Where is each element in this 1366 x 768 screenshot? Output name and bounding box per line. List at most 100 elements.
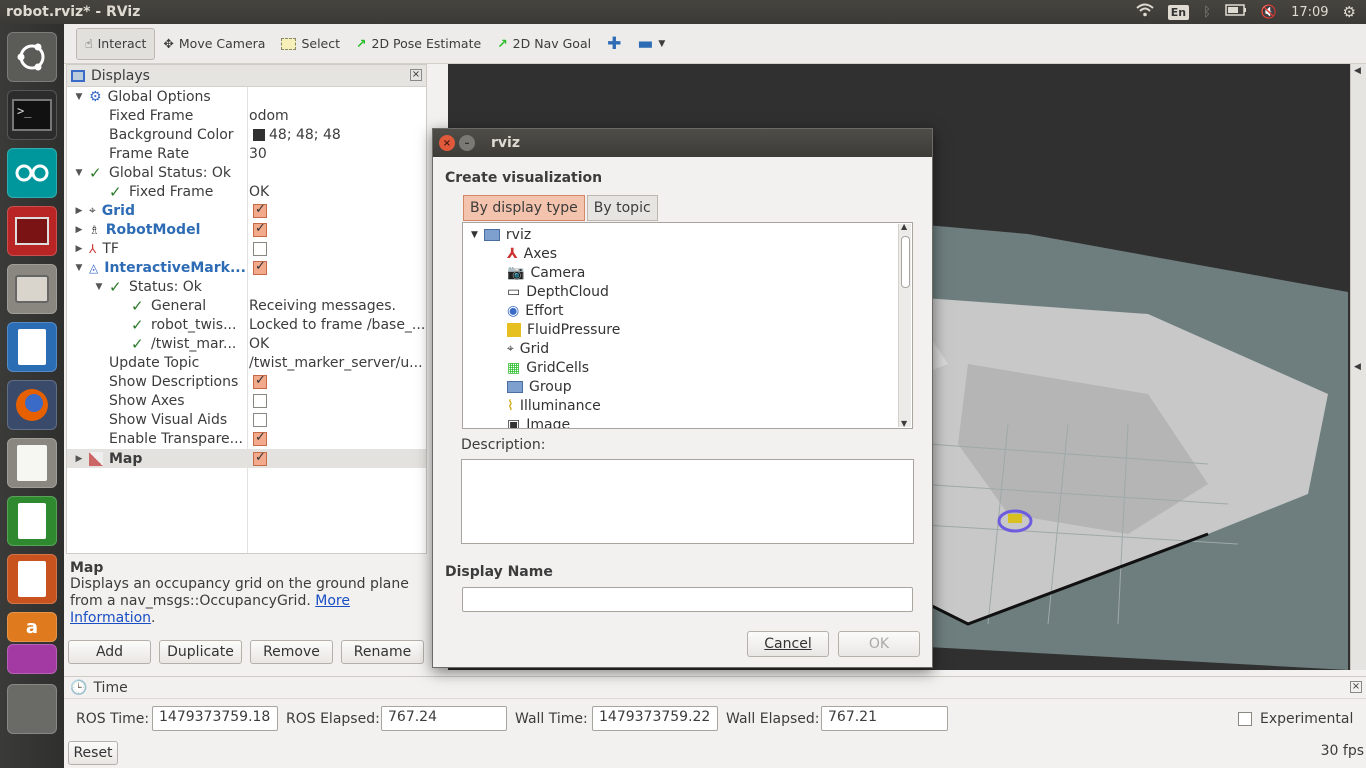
collapsed-arrow-icon[interactable]: ▶: [73, 225, 85, 235]
tree-row-robotmodel[interactable]: ▶ ♗ RobotModel: [67, 220, 426, 239]
list-item-illuminance[interactable]: ⌇ Illuminance: [507, 396, 601, 415]
map-enabled-checkbox[interactable]: [253, 450, 267, 466]
list-scrollbar[interactable]: ▲ ▼: [898, 223, 911, 428]
expanded-arrow-icon[interactable]: ▼: [73, 168, 85, 178]
tree-row-twist-marker[interactable]: ✓ /twist_mar... OK: [67, 334, 426, 353]
expanded-arrow-icon[interactable]: ▼: [471, 230, 478, 240]
close-icon[interactable]: ×: [439, 135, 455, 151]
tree-row-enable-transparency[interactable]: Enable Transpare...: [67, 429, 426, 448]
list-item-camera[interactable]: 📷 Camera: [507, 263, 585, 282]
tf-enabled-checkbox[interactable]: [253, 241, 267, 256]
list-item-image[interactable]: ▣ Image: [507, 415, 570, 429]
terminal-icon[interactable]: >_: [7, 90, 57, 140]
nav-goal-tool-button[interactable]: ↗ 2D Nav Goal: [489, 28, 599, 60]
libreoffice-impress-icon[interactable]: [7, 554, 57, 604]
tab-by-display-type[interactable]: By display type: [463, 195, 585, 221]
tree-row-show-visual-aids[interactable]: Show Visual Aids: [67, 410, 426, 429]
tree-row-show-axes[interactable]: Show Axes: [67, 391, 426, 410]
display-type-list[interactable]: ▼ rviz ⅄ Axes 📷 Camera ▭ DepthCloud ◉ Effort…: [462, 222, 913, 429]
ubuntu-dash-icon[interactable]: [7, 32, 57, 82]
close-icon[interactable]: ×: [1350, 681, 1362, 693]
tree-row-robot-twist[interactable]: ✓ robot_twis... Locked to frame /base_...: [67, 315, 426, 334]
interactive-markers-enabled-checkbox[interactable]: [253, 259, 267, 275]
viewport-side-handle[interactable]: ◀ ◀: [1350, 64, 1366, 670]
system-monitor-icon[interactable]: [7, 206, 57, 256]
amazon-icon[interactable]: a: [7, 612, 57, 642]
duplicate-display-button[interactable]: Duplicate: [159, 640, 242, 664]
tree-row-grid[interactable]: ▶ ⌖ Grid: [67, 201, 426, 220]
interact-tool-button[interactable]: ☝ Interact: [76, 27, 156, 60]
list-item-depthcloud[interactable]: ▭ DepthCloud: [507, 282, 609, 301]
list-item-fluidpressure[interactable]: FluidPressure: [507, 320, 620, 339]
settings-gear-icon[interactable]: ⚙: [1343, 3, 1356, 21]
clock[interactable]: 17:09: [1291, 5, 1328, 20]
tree-row-show-descriptions[interactable]: Show Descriptions: [67, 372, 426, 391]
cancel-button[interactable]: Cancel: [747, 631, 829, 657]
arduino-icon[interactable]: [7, 148, 57, 198]
expanded-arrow-icon[interactable]: ▼: [73, 92, 85, 102]
wifi-icon[interactable]: [1136, 3, 1154, 21]
ros-elapsed-field[interactable]: 767.24: [381, 706, 507, 731]
list-item-effort[interactable]: ◉ Effort: [507, 301, 564, 320]
scrollbar-thumb[interactable]: [901, 236, 910, 288]
tree-row-status[interactable]: ▼ ✓ Status: Ok: [67, 277, 426, 296]
expanded-arrow-icon[interactable]: ▼: [93, 282, 105, 292]
wall-time-field[interactable]: 1479373759.22: [592, 706, 718, 731]
display-name-input[interactable]: [462, 587, 913, 612]
add-display-button[interactable]: Add: [68, 640, 151, 664]
select-tool-button[interactable]: Select: [273, 28, 348, 60]
show-axes-checkbox[interactable]: [253, 393, 267, 408]
libreoffice-calc-icon[interactable]: [7, 496, 57, 546]
battery-icon[interactable]: [1225, 4, 1247, 20]
tree-row-global-options[interactable]: ▼ ⚙ Global Options: [67, 87, 426, 106]
list-item-grid[interactable]: ⌖ Grid: [507, 339, 549, 358]
chevron-down-icon[interactable]: ▼: [901, 419, 907, 428]
chevron-up-icon[interactable]: ▲: [901, 223, 907, 231]
volume-muted-icon[interactable]: 🔇: [1261, 5, 1277, 20]
tree-row-fixed-frame-status[interactable]: ✓ Fixed Frame OK: [67, 182, 426, 201]
row-value[interactable]: 30: [249, 146, 267, 162]
tree-row-update-topic[interactable]: Update Topic /twist_marker_server/u...: [67, 353, 426, 372]
show-descriptions-checkbox[interactable]: [253, 373, 267, 389]
grid-enabled-checkbox[interactable]: [253, 202, 267, 218]
tree-row-interactive-markers[interactable]: ▼ ◬ InteractiveMark...: [67, 258, 426, 277]
tree-row-map[interactable]: ▶ Map: [67, 449, 426, 468]
enable-transparency-checkbox[interactable]: [253, 430, 267, 446]
ok-button[interactable]: OK: [838, 631, 920, 657]
pose-estimate-tool-button[interactable]: ↗ 2D Pose Estimate: [348, 28, 489, 60]
workspace-switcher-icon[interactable]: [7, 684, 57, 734]
rename-display-button[interactable]: Rename: [341, 640, 424, 664]
experimental-checkbox[interactable]: [1238, 712, 1252, 726]
remove-display-button[interactable]: Remove: [250, 640, 333, 664]
software-center-icon[interactable]: [7, 644, 57, 674]
tab-by-topic[interactable]: By topic: [586, 195, 658, 221]
firefox-icon[interactable]: [7, 380, 57, 430]
tree-row-tf[interactable]: ▶ ⅄ TF: [67, 239, 426, 258]
robotmodel-enabled-checkbox[interactable]: [253, 221, 267, 237]
file-manager-icon[interactable]: [7, 264, 57, 314]
tree-row-global-status[interactable]: ▼ ✓ Global Status: Ok: [67, 163, 426, 182]
show-visual-aids-checkbox[interactable]: [253, 412, 267, 427]
add-tool-button[interactable]: ✚: [599, 28, 629, 60]
collapsed-arrow-icon[interactable]: ▶: [73, 206, 85, 216]
row-value[interactable]: /twist_marker_server/u...: [249, 355, 423, 371]
color-swatch[interactable]: [253, 128, 265, 141]
list-item-gridcells[interactable]: ▦ GridCells: [507, 358, 589, 377]
tree-row-frame-rate[interactable]: Frame Rate 30: [67, 144, 426, 163]
wall-elapsed-field[interactable]: 767.21: [821, 706, 948, 731]
row-value[interactable]: 48; 48; 48: [269, 127, 341, 143]
remove-tool-button[interactable]: ▬ ▼: [629, 28, 673, 60]
tree-row-fixed-frame[interactable]: Fixed Frame odom: [67, 106, 426, 125]
reset-button[interactable]: Reset: [68, 741, 118, 765]
collapsed-arrow-icon[interactable]: ▶: [73, 454, 85, 464]
close-icon[interactable]: ×: [410, 69, 422, 81]
row-value[interactable]: odom: [249, 108, 289, 124]
bluetooth-icon[interactable]: ᛒ: [1203, 5, 1211, 20]
minimize-icon[interactable]: –: [459, 135, 475, 151]
move-camera-tool-button[interactable]: ✥ Move Camera: [155, 28, 273, 60]
expanded-arrow-icon[interactable]: ▼: [73, 263, 85, 273]
text-editor-icon[interactable]: [7, 438, 57, 488]
list-item-axes[interactable]: ⅄ Axes: [507, 244, 557, 263]
list-item-rviz[interactable]: ▼ rviz: [471, 225, 531, 244]
collapsed-arrow-icon[interactable]: ▶: [73, 244, 85, 254]
